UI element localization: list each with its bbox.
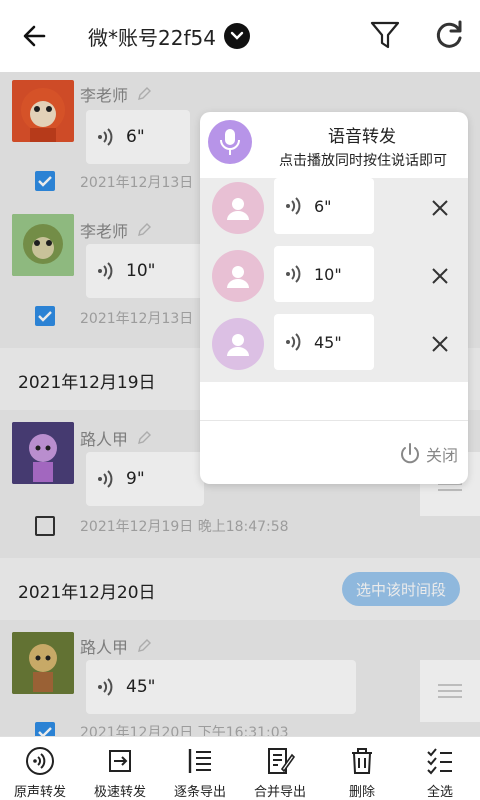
voice-forward-icon (26, 747, 54, 775)
user-avatar-icon (212, 182, 264, 234)
close-icon[interactable] (428, 332, 452, 356)
top-bar: 微*账号22f54 (0, 0, 480, 72)
toolbar-label: 全选 (426, 785, 453, 800)
forward-item: 10" (200, 246, 468, 308)
merge-export-icon (268, 748, 296, 774)
power-icon (401, 443, 419, 464)
user-avatar-icon (212, 318, 264, 370)
refresh-button[interactable] (432, 18, 466, 52)
forward-item: 45" (200, 314, 468, 376)
voice-wave-icon (286, 265, 301, 283)
toolbar-label: 原声转发 (13, 785, 66, 800)
voice-duration: 6" (314, 196, 332, 216)
trash-icon (352, 748, 372, 774)
toolbar-label: 逐条导出 (173, 785, 226, 800)
arrow-left-icon (23, 25, 46, 47)
account-selector[interactable]: 微*账号22f54 (88, 20, 250, 52)
close-icon[interactable] (428, 196, 452, 220)
refresh-icon (436, 20, 462, 48)
chevron-down-icon (223, 23, 250, 49)
voice-wave-icon (286, 197, 301, 215)
toolbar-label: 极速转发 (93, 785, 146, 800)
forward-list: 6" 10" 45" (200, 178, 468, 382)
close-icon[interactable] (428, 264, 452, 288)
voice-wave-icon (286, 333, 301, 351)
fast-forward-icon (109, 750, 131, 772)
close-popup-button[interactable]: 关闭 (398, 442, 458, 466)
select-all-icon (427, 748, 452, 775)
voice-bubble[interactable]: 10" (274, 246, 374, 302)
toolbar-label: 合并导出 (253, 785, 306, 800)
voice-forward-button[interactable]: 原声转发 (8, 737, 72, 800)
list-export-button[interactable]: 逐条导出 (168, 737, 232, 800)
list-export-icon (188, 749, 211, 773)
fast-forward-button[interactable]: 极速转发 (88, 737, 152, 800)
voice-duration: 45" (314, 332, 342, 352)
back-button[interactable] (18, 20, 54, 52)
filter-button[interactable] (368, 18, 402, 52)
forward-item: 6" (200, 178, 468, 240)
bottom-toolbar: 原声转发 极速转发 逐条导出 合并导出 删除 全选 (0, 736, 480, 800)
toolbar-label: 删除 (348, 785, 375, 800)
delete-button[interactable]: 删除 (330, 737, 394, 800)
close-label: 关闭 (426, 446, 459, 465)
user-avatar-icon (212, 250, 264, 302)
select-all-button[interactable]: 全选 (408, 737, 472, 800)
filter-icon (370, 21, 400, 49)
voice-bubble[interactable]: 45" (274, 314, 374, 370)
divider (200, 420, 468, 421)
merge-export-button[interactable]: 合并导出 (248, 737, 312, 800)
voice-duration: 10" (314, 264, 342, 284)
popup-subtitle: 点击播放同时按住说话即可 (279, 153, 447, 169)
popup-title: 语音转发 (328, 127, 396, 147)
account-label: 微*账号22f54 (88, 25, 216, 50)
voice-forward-popup: 语音转发 点击播放同时按住说话即可 6" 10" 45" 关闭 (200, 112, 468, 484)
voice-bubble[interactable]: 6" (274, 178, 374, 234)
microphone-icon[interactable] (208, 120, 252, 164)
